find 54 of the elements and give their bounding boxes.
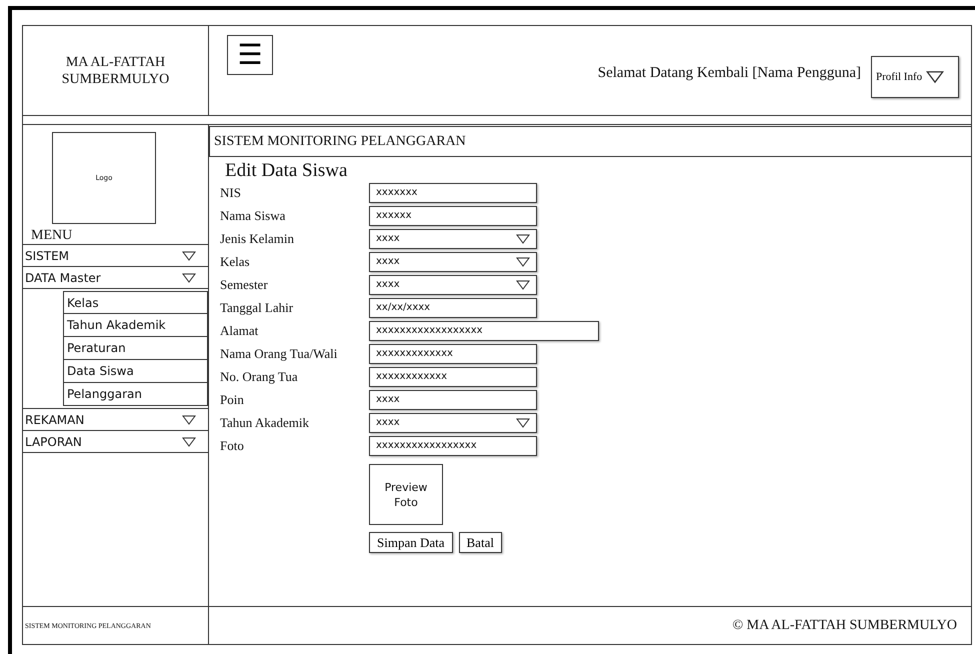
submenu-item[interactable]: Data Siswa [63, 360, 208, 383]
form-title: Edit Data Siswa [224, 161, 348, 181]
field-label: Foto [220, 438, 245, 454]
input-field[interactable]: xxxxxxxxxxxx [369, 366, 537, 386]
select-field[interactable]: xxxx [369, 252, 537, 272]
field-label: Alamat [220, 322, 260, 338]
submenu-item[interactable]: Pelanggaran [63, 383, 208, 406]
sidebar-item[interactable]: REKAMAN [23, 408, 208, 430]
field-label: Tahun Akademik [220, 414, 310, 430]
field-label: Tanggal Lahir [220, 300, 294, 316]
select-field[interactable]: xxxx [369, 274, 537, 294]
photo-preview: Preview Foto [369, 464, 443, 525]
save-button[interactable]: Simpan Data [369, 532, 453, 553]
select-field[interactable]: xxxx [369, 228, 537, 248]
field-label: Nama Siswa [220, 208, 286, 224]
dropdown-triangle-icon [182, 250, 196, 260]
dropdown-triangle-icon [182, 414, 196, 424]
field-label: Poin [220, 392, 245, 408]
dropdown-triangle-icon [516, 280, 530, 290]
submenu-item[interactable]: Kelas [63, 291, 208, 314]
dropdown-triangle-icon [516, 234, 530, 244]
sidebar-item[interactable]: SISTEM [23, 244, 208, 266]
profile-button[interactable]: Profil Info [871, 56, 959, 98]
brand-name: SUMBERMULYO [62, 70, 170, 88]
input-field[interactable]: xxxxxxxxxxxxxxxxxx [369, 320, 599, 340]
menu-button[interactable]: ☰ [227, 35, 273, 75]
input-field[interactable]: xxxxxxxxxxxxx [369, 344, 537, 364]
submenu-item[interactable]: Peraturan [63, 337, 208, 360]
cancel-button[interactable]: Batal [458, 532, 502, 553]
input-field[interactable]: xxxxxxxxxxxxxxxxx [369, 436, 537, 456]
welcome-text: Selamat Datang Kembali [Nama Pengguna] [598, 65, 861, 82]
field-label: No. Orang Tua [220, 368, 299, 384]
submenu-item[interactable]: Tahun Akademik [63, 314, 208, 337]
dropdown-triangle-icon [516, 418, 530, 428]
input-field[interactable]: xxxxxxx [369, 182, 537, 202]
field-label: Semester [220, 276, 269, 292]
select-field[interactable]: xxxx [369, 412, 537, 432]
dropdown-triangle-icon [516, 256, 530, 266]
brand-name: MA AL-FATTAH [66, 54, 166, 70]
input-field[interactable]: xxxx [369, 390, 537, 410]
copyright-text: © MA AL-FATTAH SUMBERMULYO [732, 616, 958, 634]
field-label: Kelas [220, 254, 251, 270]
field-label: NIS [220, 184, 242, 200]
dropdown-triangle-icon [926, 70, 944, 84]
field-label: Nama Orang Tua/Wali [220, 346, 338, 362]
menu-title: MENU [30, 227, 74, 244]
page-title: SISTEM MONITORING PELANGGARAN [209, 126, 971, 157]
input-field[interactable]: xxxxxx [369, 206, 537, 226]
field-label: Jenis Kelamin [220, 230, 296, 246]
dropdown-triangle-icon [182, 436, 196, 446]
input-field[interactable]: xx/xx/xxxx [369, 298, 537, 318]
sidebar-item[interactable]: DATA Master [23, 266, 208, 288]
sidebar-item[interactable]: LAPORAN [23, 430, 208, 452]
dropdown-triangle-icon [182, 272, 196, 282]
